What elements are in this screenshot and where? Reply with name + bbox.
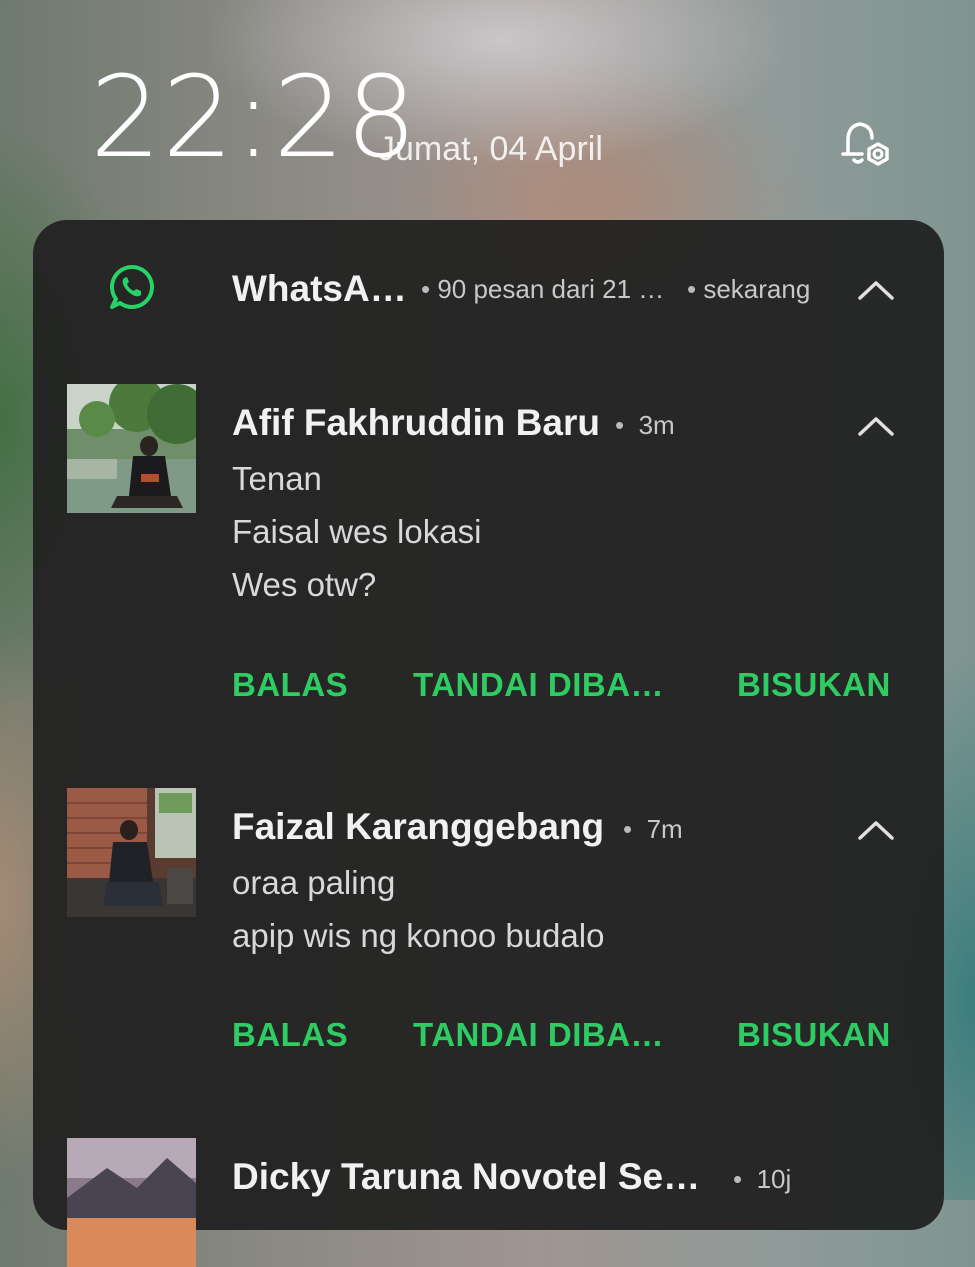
message-line: oraa paling xyxy=(232,864,396,901)
header-summary: • 90 pesan dari 21 … xyxy=(421,274,664,305)
mark-as-read-button[interactable]: TANDAI DIBA… xyxy=(413,1016,664,1054)
sender-name: Afif Fakhruddin Baru xyxy=(232,402,600,443)
sender-name: Faizal Karanggebang xyxy=(232,806,605,847)
separator-dot: • xyxy=(615,410,639,440)
message-count-summary: 90 pesan dari 21 … xyxy=(437,274,665,304)
notification-item[interactable]: Faizal Karanggebang • 7m oraa paling api… xyxy=(33,788,944,1108)
header-timestamp: sekarang xyxy=(703,274,811,304)
mark-as-read-button[interactable]: TANDAI DIBA… xyxy=(413,666,664,704)
message-line: Tenan xyxy=(232,460,322,497)
time-ago: 10j xyxy=(756,1164,792,1194)
chevron-up-icon[interactable] xyxy=(856,818,896,842)
time-ago-wrap: • 10j xyxy=(733,1164,791,1195)
reply-button[interactable]: BALAS xyxy=(232,666,348,704)
time-ago-wrap: • 3m xyxy=(615,410,675,441)
reply-button[interactable]: BALAS xyxy=(232,1016,348,1054)
mute-button[interactable]: BISUKAN xyxy=(737,1016,891,1054)
mute-button[interactable]: BISUKAN xyxy=(737,666,891,704)
lockscreen-clock: 22:28 xyxy=(90,53,418,183)
separator-dot: • xyxy=(733,1164,757,1194)
separator-dot: • xyxy=(623,814,647,844)
time-ago: 7m xyxy=(646,814,683,844)
chevron-up-icon[interactable] xyxy=(856,414,896,438)
sender-name: Dicky Taruna Novotel Se… xyxy=(232,1156,701,1197)
whatsapp-group-header[interactable]: WhatsA… • 90 pesan dari 21 … • sekarang xyxy=(33,220,944,360)
notification-settings-icon[interactable] xyxy=(832,114,894,176)
lockscreen-date: Jumat, 04 April xyxy=(378,130,603,168)
separator-dot: • xyxy=(687,274,704,304)
separator-dot: • xyxy=(421,274,438,304)
chevron-up-icon[interactable] xyxy=(856,278,896,302)
header-time: • sekarang xyxy=(687,274,810,305)
message-line: Faisal wes lokasi xyxy=(232,513,482,550)
avatar xyxy=(67,788,196,917)
notification-panel: WhatsA… • 90 pesan dari 21 … • sekarang … xyxy=(33,220,944,1267)
message-line: apip wis ng konoo budalo xyxy=(232,917,605,954)
time-ago-wrap: • 7m xyxy=(623,814,683,845)
notification-item[interactable]: Dicky Taruna Novotel Se… • 10j xyxy=(33,1138,944,1267)
message-line: Wes otw? xyxy=(232,566,377,603)
avatar xyxy=(67,384,196,513)
notification-item[interactable]: Afif Fakhruddin Baru • 3m Tenan Faisal w… xyxy=(33,384,944,744)
app-name: WhatsA… xyxy=(232,268,407,309)
time-ago: 3m xyxy=(638,410,675,440)
whatsapp-icon xyxy=(110,265,154,309)
avatar xyxy=(67,1138,196,1267)
